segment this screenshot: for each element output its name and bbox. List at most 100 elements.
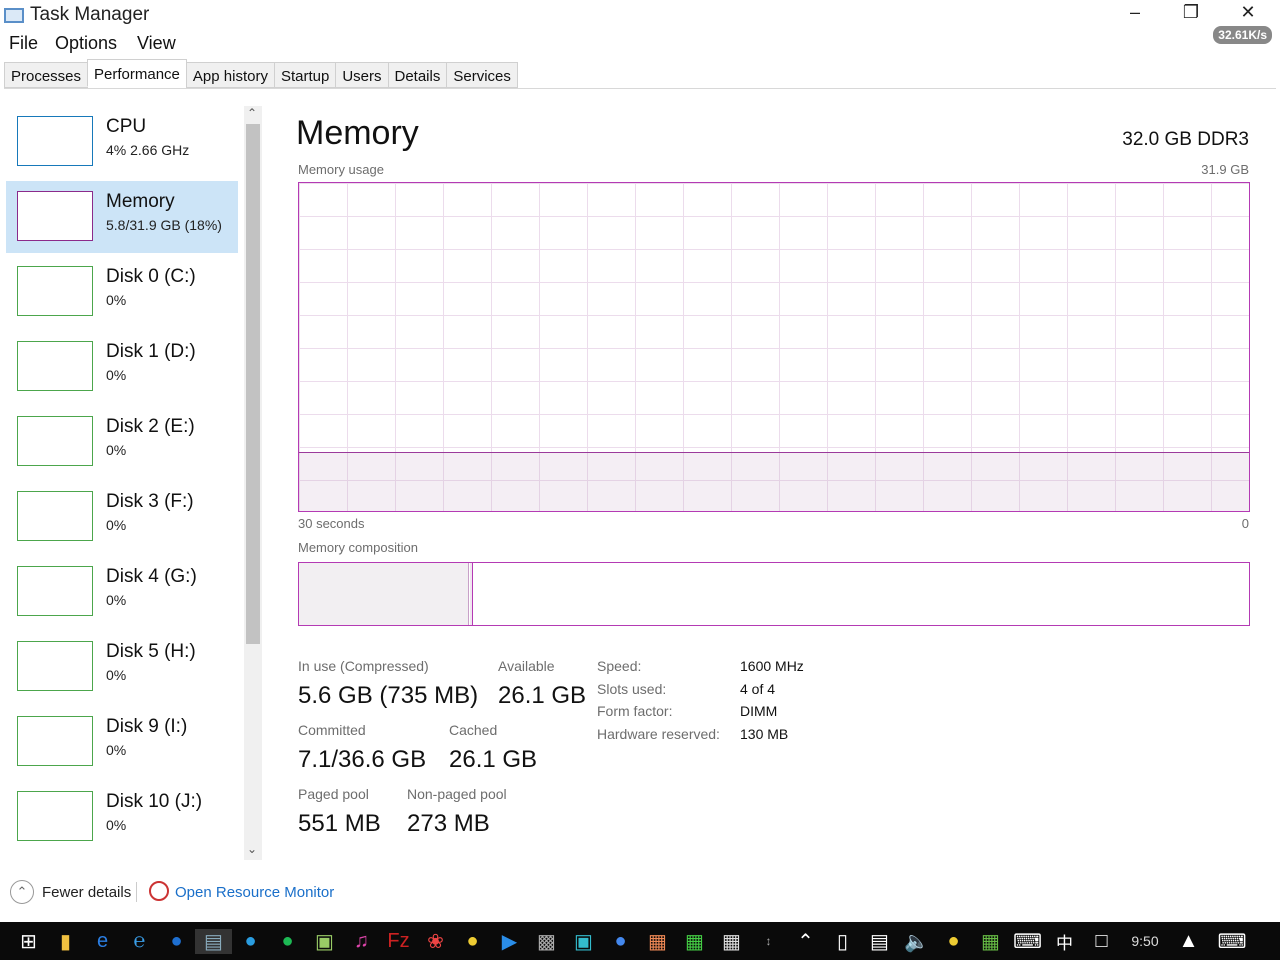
committed-value: 7.1/36.6 GB bbox=[298, 746, 427, 773]
sidebar-item-disk-10-j[interactable]: Disk 10 (J:) 0% bbox=[6, 781, 238, 853]
minimize-button[interactable]: – bbox=[1120, 2, 1150, 23]
tab-performance[interactable]: Performance bbox=[87, 59, 187, 87]
committed-label: Committed bbox=[298, 722, 366, 738]
mini-graph bbox=[17, 116, 93, 166]
modified-segment bbox=[470, 563, 473, 625]
sidebar-item-disk-0-c[interactable]: Disk 0 (C:) 0% bbox=[6, 256, 238, 328]
tray-meter-icon[interactable]: ▦ bbox=[972, 929, 1009, 954]
sidebar-item-value: 0% bbox=[106, 817, 127, 833]
input-method-icon[interactable]: 中 bbox=[1046, 929, 1083, 954]
detail-key: Hardware reserved: bbox=[597, 725, 720, 742]
sidebar-item-value: 0% bbox=[106, 742, 127, 758]
sidebar-item-memory[interactable]: Memory 5.8/31.9 GB (18%) bbox=[6, 181, 238, 253]
action-center-icon[interactable]: ▲ bbox=[1170, 930, 1207, 953]
sidebar-item-disk-3-f[interactable]: Disk 3 (F:) 0% bbox=[6, 481, 238, 553]
filezilla-icon[interactable]: Fz bbox=[380, 930, 417, 953]
app-green-icon[interactable]: ▦ bbox=[676, 929, 713, 954]
tab-details[interactable]: Details bbox=[387, 62, 448, 88]
taskbar: ⊞ ▮ e ℮ ● ▤ ● ● ▣ ♫ Fz ❀ ● ▶ ▩ ▣ ● ▦ ▦ ▦… bbox=[0, 922, 1280, 960]
app-square-icon[interactable]: ▣ bbox=[565, 929, 602, 954]
command-prompt-icon[interactable]: ▩ bbox=[528, 929, 565, 954]
menu-options[interactable]: Options bbox=[55, 33, 117, 54]
notepad-icon[interactable]: ▣ bbox=[306, 929, 343, 954]
tab-processes[interactable]: Processes bbox=[4, 62, 89, 88]
media-player-icon[interactable]: ▶ bbox=[491, 929, 528, 954]
menu-file[interactable]: File bbox=[9, 33, 38, 54]
task-manager-taskbar-icon[interactable]: ▤ bbox=[195, 928, 232, 954]
touch-keyboard-icon[interactable]: ⌨ bbox=[1207, 929, 1257, 954]
close-button[interactable]: ✕ bbox=[1233, 2, 1263, 23]
usage-label: Memory usage bbox=[298, 162, 384, 177]
time-end: 0 bbox=[1241, 516, 1249, 531]
internet-explorer-icon[interactable]: ℮ bbox=[121, 930, 158, 953]
nonpaged-label: Non-paged pool bbox=[407, 786, 507, 802]
edge-icon[interactable]: e bbox=[84, 930, 121, 953]
fewer-details-button[interactable]: Fewer details bbox=[42, 884, 131, 901]
taskbar-scroll-icon[interactable]: ↕ bbox=[750, 934, 787, 948]
sidebar-item-value: 4% 2.66 GHz bbox=[106, 142, 190, 158]
available-value: 26.1 GB bbox=[498, 682, 587, 709]
mini-graph bbox=[17, 191, 93, 241]
tab-bar: Processes Performance App history Startu… bbox=[4, 59, 1276, 89]
network-icon[interactable]: ▤ bbox=[861, 929, 898, 954]
tab-users[interactable]: Users bbox=[335, 62, 389, 88]
memory-spec: 32.0 GB DDR3 bbox=[1122, 129, 1249, 150]
calculator-icon[interactable]: ▦ bbox=[713, 929, 750, 954]
detail-value: 4 of 4 bbox=[740, 680, 776, 697]
sidebar-item-disk-2-e[interactable]: Disk 2 (E:) 0% bbox=[6, 406, 238, 478]
time-label: 30 seconds bbox=[298, 516, 365, 531]
usage-max: 31.9 GB bbox=[1201, 162, 1249, 177]
tablet-icon[interactable]: ▯ bbox=[824, 929, 861, 954]
mini-graph bbox=[17, 791, 93, 841]
tab-services[interactable]: Services bbox=[446, 62, 518, 88]
composition-label: Memory composition bbox=[298, 540, 418, 555]
telegram-icon[interactable]: ● bbox=[232, 930, 269, 953]
scroll-up-icon[interactable]: ⌃ bbox=[247, 106, 257, 120]
task-manager-icon bbox=[4, 8, 24, 23]
file-explorer-icon[interactable]: ▮ bbox=[47, 929, 84, 954]
globe-icon[interactable]: ● bbox=[602, 930, 639, 953]
scroll-down-icon[interactable]: ⌄ bbox=[247, 842, 257, 856]
scrollbar-thumb[interactable] bbox=[246, 124, 260, 644]
mini-graph bbox=[17, 641, 93, 691]
sidebar-item-name: Memory bbox=[106, 191, 175, 212]
open-resource-monitor-link[interactable]: Open Resource Monitor bbox=[175, 884, 334, 901]
clock[interactable]: 9:50 bbox=[1120, 933, 1170, 949]
tab-app-history[interactable]: App history bbox=[185, 62, 275, 88]
start-icon[interactable]: ⊞ bbox=[10, 929, 47, 954]
collapse-icon[interactable]: ⌃ bbox=[10, 880, 34, 904]
itunes-icon[interactable]: ♫ bbox=[343, 930, 380, 953]
tab-startup[interactable]: Startup bbox=[273, 62, 337, 88]
sidebar-item-disk-5-h[interactable]: Disk 5 (H:) 0% bbox=[6, 631, 238, 703]
restore-button[interactable]: ❐ bbox=[1176, 2, 1206, 23]
detail-key: Form factor: bbox=[597, 703, 673, 719]
sidebar-item-cpu[interactable]: CPU 4% 2.66 GHz bbox=[6, 106, 238, 178]
app-icon[interactable]: ● bbox=[158, 930, 195, 953]
paint-icon[interactable]: ● bbox=[454, 930, 491, 953]
mini-graph bbox=[17, 566, 93, 616]
sidebar-item-name: Disk 10 (J:) bbox=[106, 791, 203, 812]
keyboard-icon[interactable]: ⌨ bbox=[1009, 929, 1046, 954]
sidebar-item-name: Disk 5 (H:) bbox=[106, 641, 196, 662]
mini-graph bbox=[17, 266, 93, 316]
memory-usage-graph bbox=[298, 182, 1250, 512]
detail-value: 130 MB bbox=[740, 725, 789, 742]
detail-value: DIMM bbox=[740, 703, 778, 719]
sidebar-item-disk-9-i[interactable]: Disk 9 (I:) 0% bbox=[6, 706, 238, 778]
maps-icon[interactable]: ▦ bbox=[639, 929, 676, 954]
sidebar-item-disk-1-d[interactable]: Disk 1 (D:) 0% bbox=[6, 331, 238, 403]
app-swirl-icon[interactable]: ❀ bbox=[417, 929, 454, 954]
mini-graph bbox=[17, 416, 93, 466]
spotify-icon[interactable]: ● bbox=[269, 930, 306, 953]
sidebar-item-name: Disk 3 (F:) bbox=[106, 491, 194, 512]
volume-muted-icon[interactable]: 🔈 bbox=[898, 929, 935, 954]
sidebar-item-value: 0% bbox=[106, 442, 127, 458]
menu-view[interactable]: View bbox=[137, 33, 176, 54]
tray-paint-icon[interactable]: ● bbox=[935, 930, 972, 953]
sidebar-item-disk-4-g[interactable]: Disk 4 (G:) 0% bbox=[6, 556, 238, 628]
mini-graph bbox=[17, 491, 93, 541]
show-hidden-icons[interactable]: ⌃ bbox=[787, 929, 824, 954]
usage-fill bbox=[299, 451, 1249, 511]
tray-app-icon[interactable]: □ bbox=[1083, 930, 1120, 953]
cached-label: Cached bbox=[449, 722, 498, 738]
